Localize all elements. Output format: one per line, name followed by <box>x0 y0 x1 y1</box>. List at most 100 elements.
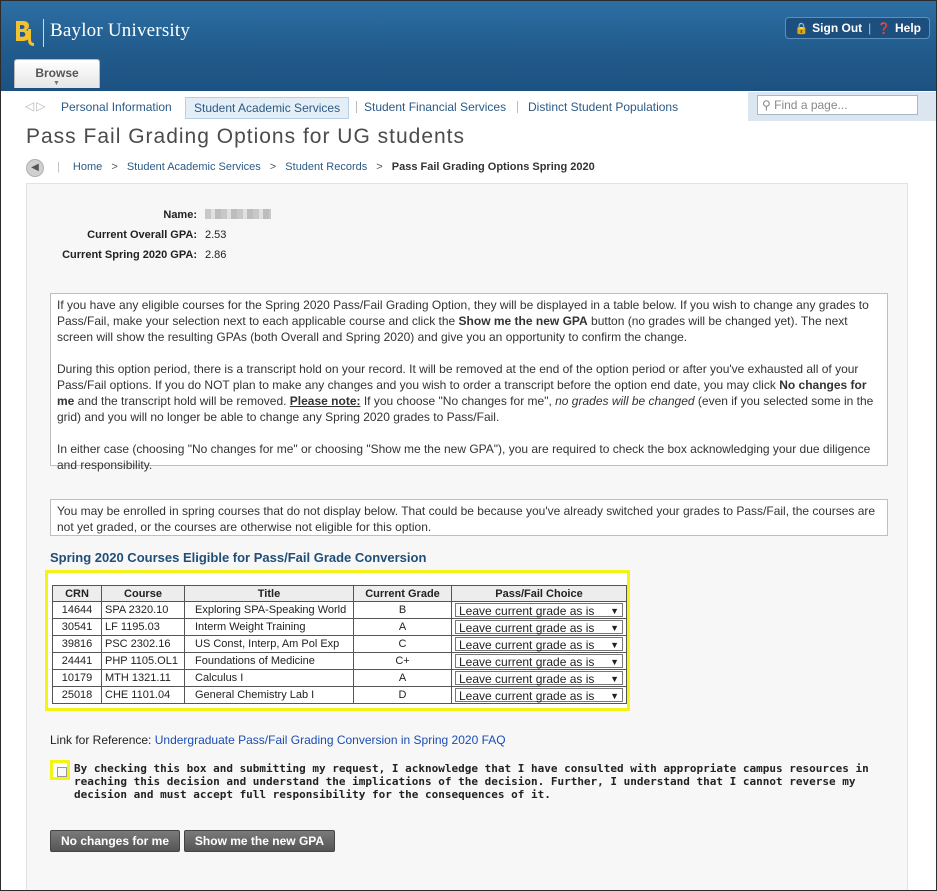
page-title: Pass Fail Grading Options for UG student… <box>26 125 466 148</box>
course-cell: LF 1195.03 <box>101 618 185 636</box>
course-cell: CHE 1101.04 <box>101 686 185 704</box>
reference-label: Link for Reference: <box>50 733 152 747</box>
title-cell: Interm Weight Training <box>184 618 354 636</box>
dropdown-arrow-icon: ▼ <box>610 656 619 667</box>
header-course: Course <box>101 585 185 602</box>
tab-personal-information[interactable]: Personal Information <box>61 97 172 117</box>
pass-fail-select[interactable]: Leave current grade as is ▼ <box>455 687 623 703</box>
acknowledge-text: By checking this box and submitting my r… <box>74 762 869 801</box>
notice-box: You may be enrolled in spring courses th… <box>50 499 888 536</box>
tab-distinct-student-populations[interactable]: Distinct Student Populations <box>528 97 678 117</box>
crn-cell: 10179 <box>52 669 102 687</box>
brand-name[interactable]: Baylor University <box>50 20 190 42</box>
title-cell: Exploring SPA-Speaking World <box>184 601 354 619</box>
breadcrumb-student-academic-services[interactable]: Student Academic Services <box>127 161 261 173</box>
crn-cell: 24441 <box>52 652 102 670</box>
spring-gpa-value: 2.86 <box>205 249 227 261</box>
nav-arrows[interactable]: ◁▷ <box>25 99 47 113</box>
instructions-paragraph-2: During this option period, there is a tr… <box>57 362 874 424</box>
title-cell: Foundations of Medicine <box>184 652 354 670</box>
nav-prev-icon[interactable]: ◁ <box>25 99 36 113</box>
tab-student-financial-services[interactable]: Student Financial Services <box>364 97 506 117</box>
title-cell: US Const, Interp, Am Pol Exp <box>184 635 354 653</box>
browse-button[interactable]: Browse ▼ <box>14 59 100 88</box>
breadcrumb: | Home > Student Academic Services > Stu… <box>57 161 595 173</box>
overall-gpa-label: Current Overall GPA: <box>87 229 197 241</box>
course-cell: PSC 2302.16 <box>101 635 185 653</box>
tab-student-academic-services[interactable]: Student Academic Services <box>185 97 350 119</box>
instructions-paragraph-1: If you have any eligible courses for the… <box>57 298 869 344</box>
pass-fail-select[interactable]: Leave current grade as is ▼ <box>455 653 623 669</box>
title-cell: General Chemistry Lab I <box>184 686 354 704</box>
table-row: 24441 PHP 1105.OL1 Foundations of Medici… <box>52 652 627 670</box>
show-new-gpa-button[interactable]: Show me the new GPA <box>184 830 335 852</box>
logo-divider <box>43 19 44 47</box>
nav-next-icon[interactable]: ▷ <box>36 99 47 113</box>
breadcrumb-separator: > <box>269 161 277 173</box>
course-cell: MTH 1321.11 <box>101 669 185 687</box>
grade-cell: C <box>353 635 452 653</box>
pass-fail-select[interactable]: Leave current grade as is ▼ <box>455 619 623 635</box>
browse-label: Browse <box>35 66 79 80</box>
courses-table-title: Spring 2020 Courses Eligible for Pass/Fa… <box>50 550 427 565</box>
top-actions-divider: | <box>868 21 872 35</box>
table-row: 10179 MTH 1321.11 Calculus I A Leave cur… <box>52 669 627 687</box>
table-row: 14644 SPA 2320.10 Exploring SPA-Speaking… <box>52 601 627 619</box>
breadcrumb-separator: > <box>111 161 118 173</box>
find-page-input[interactable]: ⚲ Find a page... <box>757 95 918 115</box>
student-name-value <box>205 209 271 222</box>
dropdown-arrow-icon: ▼ <box>610 605 619 616</box>
lock-icon: 🔒 <box>794 22 809 35</box>
crn-cell: 30541 <box>52 618 102 636</box>
dropdown-arrow-icon: ▼ <box>610 639 619 650</box>
tab-divider <box>517 101 518 113</box>
name-label: Name: <box>163 209 197 221</box>
sign-out-link[interactable]: Sign Out <box>812 21 862 35</box>
breadcrumb-separator: > <box>376 161 383 173</box>
choice-cell: Leave current grade as is ▼ <box>451 635 627 653</box>
title-cell: Calculus I <box>184 669 354 687</box>
table-row: 39816 PSC 2302.16 US Const, Interp, Am P… <box>52 635 627 653</box>
overall-gpa-value: 2.53 <box>205 229 227 241</box>
header-crn: CRN <box>52 585 102 602</box>
notice-text: You may be enrolled in spring courses th… <box>57 504 876 534</box>
redacted-name <box>205 209 271 219</box>
breadcrumb-student-records[interactable]: Student Records <box>285 161 367 173</box>
grade-cell: C+ <box>353 652 452 670</box>
acknowledge-checkbox-highlight <box>50 760 70 780</box>
help-link[interactable]: Help <box>895 21 921 35</box>
spring-gpa-label: Current Spring 2020 GPA: <box>62 249 197 261</box>
breadcrumb-home[interactable]: Home <box>73 161 102 173</box>
pass-fail-select[interactable]: Leave current grade as is ▼ <box>455 602 623 618</box>
header-current-grade: Current Grade <box>353 585 452 602</box>
crn-cell: 14644 <box>52 601 102 619</box>
grade-cell: B <box>353 601 452 619</box>
header-title: Title <box>184 585 354 602</box>
pass-fail-select[interactable]: Leave current grade as is ▼ <box>455 636 623 652</box>
grade-cell: A <box>353 669 452 687</box>
baylor-logo-icon[interactable] <box>14 19 38 47</box>
choice-cell: Leave current grade as is ▼ <box>451 686 627 704</box>
table-row: 25018 CHE 1101.04 General Chemistry Lab … <box>52 686 627 704</box>
back-arrow-icon[interactable]: ◀ <box>26 159 44 177</box>
acknowledge-checkbox[interactable] <box>57 767 67 777</box>
grade-cell: A <box>353 618 452 636</box>
faq-link[interactable]: Undergraduate Pass/Fail Grading Conversi… <box>155 733 506 747</box>
course-cell: SPA 2320.10 <box>101 601 185 619</box>
courses-table: CRN Course Title Current Grade Pass/Fail… <box>52 585 627 704</box>
no-changes-button[interactable]: No changes for me <box>50 830 180 852</box>
choice-cell: Leave current grade as is ▼ <box>451 652 627 670</box>
crn-cell: 39816 <box>52 635 102 653</box>
breadcrumb-current: Pass Fail Grading Options Spring 2020 <box>391 161 595 173</box>
chevron-down-icon: ▼ <box>53 80 60 87</box>
crn-cell: 25018 <box>52 686 102 704</box>
pass-fail-select[interactable]: Leave current grade as is ▼ <box>455 670 623 686</box>
courses-table-highlight: CRN Course Title Current Grade Pass/Fail… <box>45 570 630 711</box>
dropdown-arrow-icon: ▼ <box>610 690 619 701</box>
choice-cell: Leave current grade as is ▼ <box>451 601 627 619</box>
search-icon: ⚲ <box>762 98 771 112</box>
page-frame: Baylor University 🔒 Sign Out | ❓ Help Br… <box>0 0 937 891</box>
header-bar: Baylor University 🔒 Sign Out | ❓ Help Br… <box>1 1 936 91</box>
grade-cell: D <box>353 686 452 704</box>
reference-line: Link for Reference: Undergraduate Pass/F… <box>50 733 506 747</box>
